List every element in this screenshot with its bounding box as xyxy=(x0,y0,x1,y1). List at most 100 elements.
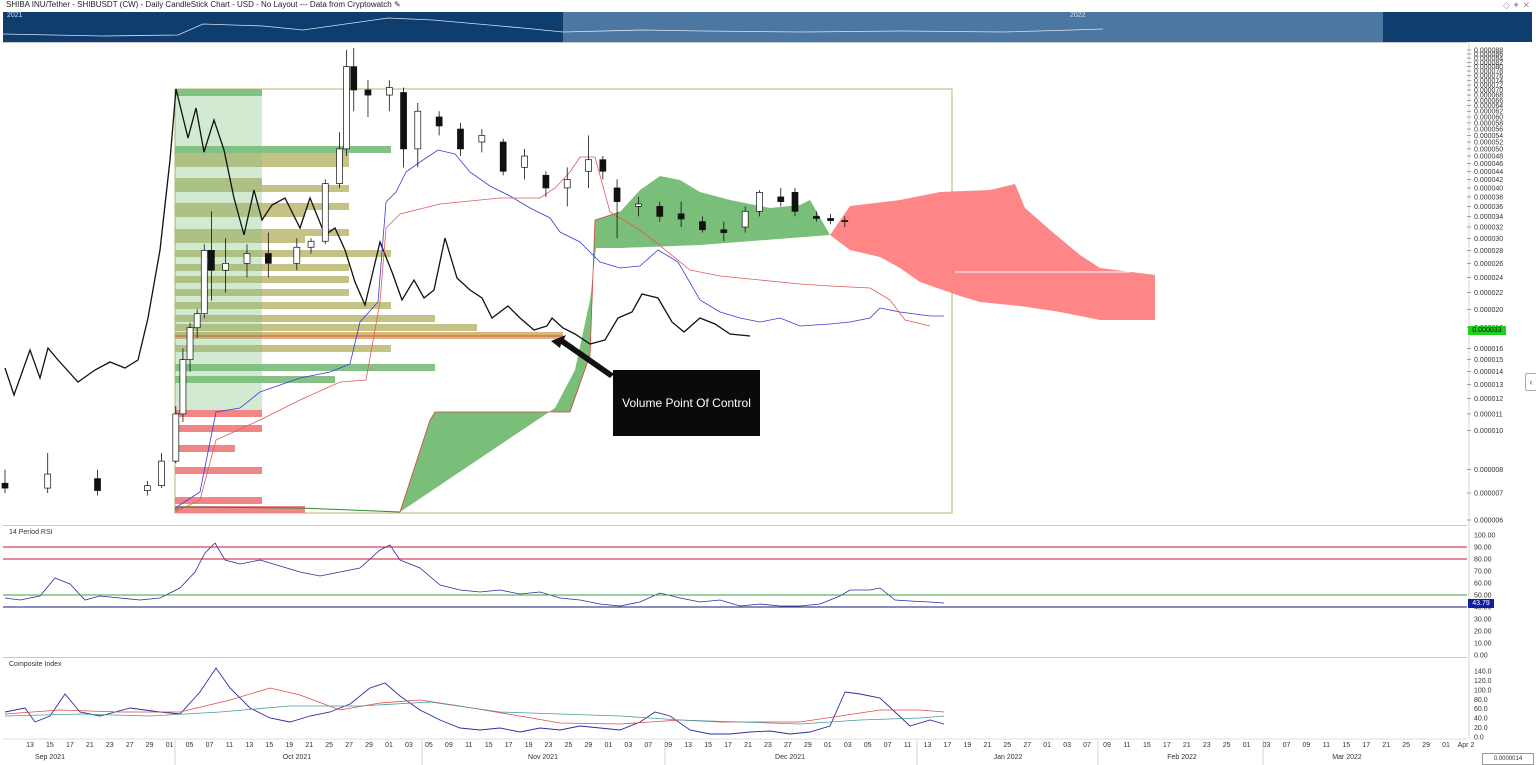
candle-body xyxy=(179,359,187,415)
x-tick-label: 13 xyxy=(684,742,692,749)
price-tick-label: 0.000016 xyxy=(1474,346,1503,353)
x-tick-label: 01 xyxy=(824,742,832,749)
candle-body xyxy=(172,413,180,462)
price-tick-label: 0.000007 xyxy=(1474,491,1503,498)
volume-profile-bar xyxy=(175,467,262,474)
candle-body xyxy=(186,327,194,360)
x-tick-label: 19 xyxy=(963,742,971,749)
x-tick-label: 07 xyxy=(1283,742,1291,749)
price-tick-label: 0.000008 xyxy=(1474,467,1503,474)
composite-tick-label: 80.0 xyxy=(1474,697,1488,704)
x-tick-label: 11 xyxy=(226,742,233,749)
volume-profile-bar xyxy=(175,445,235,452)
x-tick-label: 23 xyxy=(764,742,772,749)
x-tick-label: Apr 2 xyxy=(1458,742,1475,749)
x-tick-label: 11 xyxy=(1123,742,1130,749)
x-tick-label: 17 xyxy=(944,742,952,749)
x-tick-label: 13 xyxy=(924,742,932,749)
x-tick-label: 21 xyxy=(305,742,313,749)
candle-body xyxy=(264,253,272,264)
candle-body xyxy=(385,87,393,96)
x-tick-label: 09 xyxy=(664,742,672,749)
candle-body xyxy=(336,148,343,184)
x-tick-label: 15 xyxy=(1342,742,1350,749)
x-tick-label: 21 xyxy=(1183,742,1191,749)
x-tick-label: 27 xyxy=(784,742,792,749)
candle-body xyxy=(521,155,528,168)
x-tick-label: 05 xyxy=(864,742,872,749)
candle-body xyxy=(307,240,315,248)
candle-body xyxy=(720,229,728,233)
candle-body xyxy=(677,213,685,220)
price-tick-label: 0.000042 xyxy=(1474,177,1503,184)
x-tick-label: 21 xyxy=(1382,742,1390,749)
volume-profile-bar xyxy=(175,497,262,504)
price-tick-label: 0.000014 xyxy=(1474,369,1503,376)
x-month-label: Sep 2021 xyxy=(35,754,65,761)
rsi-tick-label: 90.00 xyxy=(1474,545,1492,552)
x-tick-label: 25 xyxy=(565,742,573,749)
x-tick-label: 09 xyxy=(445,742,453,749)
price-tick-label: 0.000006 xyxy=(1474,518,1503,525)
composite-tick-label: 40.0 xyxy=(1474,716,1488,723)
price-tick-label: 0.000032 xyxy=(1474,224,1503,231)
rsi-last-badge: 43.79 xyxy=(1468,599,1494,608)
price-tick-label: 0.000022 xyxy=(1474,290,1503,297)
price-tick-label: 0.000010 xyxy=(1474,428,1503,435)
x-tick-label: 21 xyxy=(86,742,94,749)
x-month-label: Jan 2022 xyxy=(994,754,1023,761)
rsi-tick-label: 60.00 xyxy=(1474,581,1492,588)
x-tick-label: 21 xyxy=(744,742,752,749)
x-tick-label: 09 xyxy=(1103,742,1111,749)
x-tick-label: 11 xyxy=(904,742,911,749)
candle-body xyxy=(321,183,329,242)
x-tick-label: 13 xyxy=(26,742,34,749)
x-tick-label: 23 xyxy=(106,742,114,749)
candle-body xyxy=(158,460,165,487)
candle-body xyxy=(364,89,372,96)
x-tick-label: 29 xyxy=(585,742,593,749)
candle-body xyxy=(243,253,251,264)
composite-fast-ma xyxy=(4,687,945,725)
x-tick-label: 07 xyxy=(884,742,892,749)
rsi-tick-label: 0.00 xyxy=(1474,653,1488,660)
x-tick-label: 01 xyxy=(604,742,612,749)
x-tick-label: 05 xyxy=(425,742,433,749)
candle-body xyxy=(193,313,201,329)
x-tick-label: 01 xyxy=(385,742,393,749)
price-tick-label: 0.000015 xyxy=(1474,357,1503,364)
x-tick-label: 05 xyxy=(186,742,194,749)
x-month-label: Nov 2021 xyxy=(528,754,558,761)
chart-canvas[interactable]: 0.0000880.0000860.0000840.0000820.000080… xyxy=(0,0,1536,765)
chevron-left-icon[interactable]: ‹ xyxy=(1525,373,1536,391)
x-tick-label: 15 xyxy=(265,742,273,749)
composite-tick-label: 60.0 xyxy=(1474,706,1488,713)
price-tick-label: 0.000036 xyxy=(1474,204,1503,211)
last-price-badge: 0.000033 xyxy=(1468,326,1506,335)
x-tick-label: 03 xyxy=(1063,742,1071,749)
x-tick-label: 29 xyxy=(804,742,812,749)
x-tick-label: 15 xyxy=(46,742,54,749)
price-tick-label: 0.000012 xyxy=(1474,396,1503,403)
x-tick-label: 29 xyxy=(146,742,154,749)
x-tick-label: 17 xyxy=(1163,742,1171,749)
x-tick-label: 23 xyxy=(545,742,553,749)
candle-body xyxy=(200,250,208,315)
x-tick-label: 17 xyxy=(66,742,74,749)
price-tick-label: 0.000030 xyxy=(1474,236,1503,243)
candle-body xyxy=(499,141,507,172)
price-tick-label: 0.000028 xyxy=(1474,248,1503,255)
price-tick-label: 0.000048 xyxy=(1474,154,1503,161)
candle-body xyxy=(400,92,407,150)
x-tick-label: 09 xyxy=(1303,742,1311,749)
composite-tick-label: 0.0 xyxy=(1474,735,1484,742)
candle-body xyxy=(741,210,749,228)
x-tick-label: 29 xyxy=(365,742,373,749)
price-tick-label: 0.000038 xyxy=(1474,194,1503,201)
candle-body xyxy=(1,482,9,489)
x-tick-label: 11 xyxy=(465,742,472,749)
x-tick-label: 01 xyxy=(166,742,174,749)
x-tick-label: 25 xyxy=(1223,742,1231,749)
candle-body xyxy=(143,485,151,491)
volume-poc-callout: Volume Point Of Control xyxy=(613,370,760,436)
